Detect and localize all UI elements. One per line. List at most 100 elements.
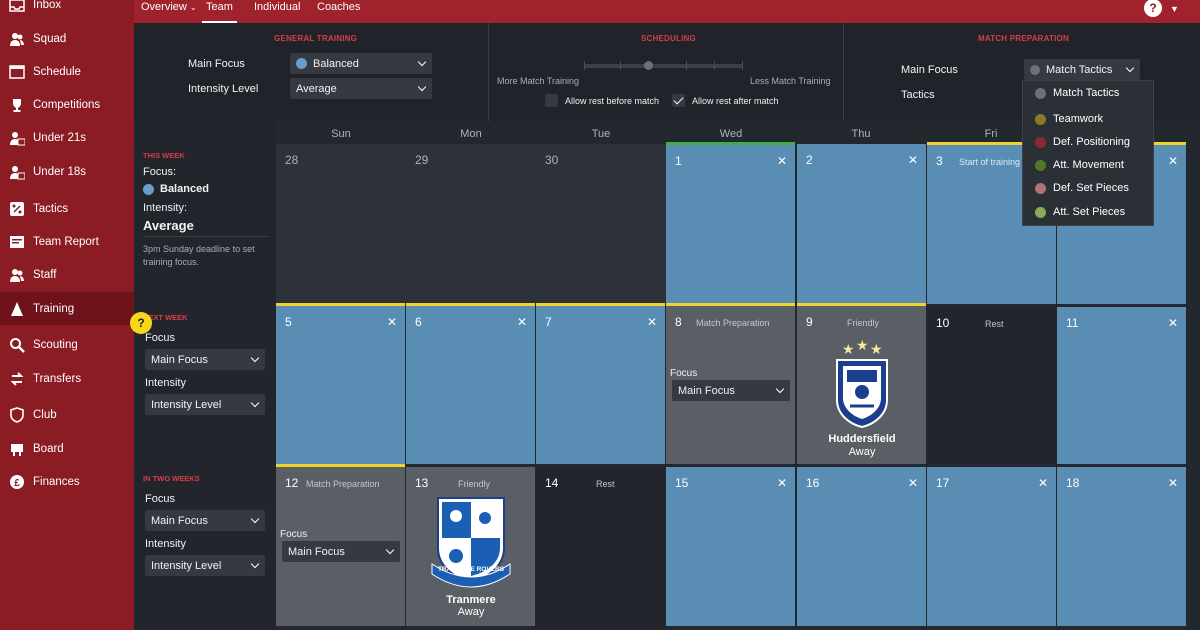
calendar-day[interactable]: 5 ✕ xyxy=(276,303,405,464)
slider-handle[interactable] xyxy=(644,61,653,70)
rest-before-checkbox[interactable] xyxy=(545,94,558,107)
calendar-day[interactable]: 29 xyxy=(406,144,536,304)
color-dot-icon xyxy=(1035,136,1046,148)
menu-item-att-set-pieces[interactable]: Att. Set Pieces xyxy=(1035,206,1125,218)
dropdown-value: Main Focus xyxy=(151,514,208,527)
tab-individual[interactable]: Individual xyxy=(254,0,300,23)
close-icon[interactable]: ✕ xyxy=(908,153,918,167)
calendar-day[interactable]: 6 ✕ xyxy=(406,303,535,464)
sidebar-item-transfers[interactable]: Transfers xyxy=(0,362,134,395)
close-icon[interactable]: ✕ xyxy=(1168,154,1178,168)
match-prep-focus-dropdown[interactable]: Match Tactics xyxy=(1024,59,1140,80)
dropdown-value: Balanced xyxy=(313,57,359,70)
calendar-day[interactable]: 2 ✕ xyxy=(797,144,926,304)
tab-coaches[interactable]: Coaches xyxy=(317,0,360,23)
menu-item-match-tactics[interactable]: Match Tactics xyxy=(1035,87,1119,99)
sidebar-item-scouting[interactable]: Scouting xyxy=(0,328,134,361)
calendar-day[interactable]: 14 Rest xyxy=(536,467,665,626)
sidebar-item-label: Schedule xyxy=(33,65,81,78)
menu-item-def-positioning[interactable]: Def. Positioning xyxy=(1035,136,1130,148)
tab-overview[interactable]: Overview ⌄ xyxy=(141,0,197,23)
balanced-dot-icon xyxy=(296,58,307,69)
day-number: 30 xyxy=(545,153,559,167)
main-focus-label: Main Focus xyxy=(188,58,245,70)
calendar-day[interactable]: 16 ✕ xyxy=(797,467,926,626)
venue-label: Away xyxy=(457,606,485,618)
sidebar-item-training[interactable]: Training xyxy=(0,292,134,325)
day-header: Thu xyxy=(851,128,871,140)
scheduling-title: SCHEDULING xyxy=(641,34,696,43)
close-icon[interactable]: ✕ xyxy=(777,154,787,168)
chevron-down-icon xyxy=(250,398,260,408)
sidebar-item-staff[interactable]: Staff xyxy=(0,258,134,291)
intensity-level-dropdown[interactable]: Average xyxy=(290,78,432,99)
divider xyxy=(843,23,844,121)
divider xyxy=(143,236,269,237)
sidebar-item-schedule[interactable]: Schedule xyxy=(0,55,134,88)
sidebar-item-competitions[interactable]: Competitions xyxy=(0,88,134,121)
menu-item-def-set-pieces[interactable]: Def. Set Pieces xyxy=(1035,182,1129,194)
sidebar-item-label: Scouting xyxy=(33,338,78,351)
close-icon[interactable]: ✕ xyxy=(1038,476,1048,490)
close-icon[interactable]: ✕ xyxy=(387,315,397,329)
huddersfield-crest: ★ ★ ★ xyxy=(834,338,890,431)
calendar-day[interactable]: 1 ✕ xyxy=(666,142,795,304)
day-focus-dropdown[interactable]: Main Focus xyxy=(282,541,400,562)
menu-item-label: Teamwork xyxy=(1053,113,1104,125)
two-weeks-focus-dropdown[interactable]: Main Focus xyxy=(145,510,265,531)
close-icon[interactable]: ✕ xyxy=(517,315,527,329)
sidebar-item-label: Inbox xyxy=(33,0,62,11)
sidebar-item-finances[interactable]: £ Finances xyxy=(0,465,134,498)
day-number: 8 xyxy=(675,315,682,329)
calendar-day[interactable]: 30 xyxy=(536,144,666,304)
sidebar-item-label: Team Report xyxy=(33,235,99,248)
menu-item-teamwork[interactable]: Teamwork xyxy=(1035,113,1103,125)
deadline-note: 3pm Sunday deadline to set training focu… xyxy=(143,244,255,267)
close-icon[interactable]: ✕ xyxy=(908,476,918,490)
sidebar-item-label: Staff xyxy=(33,268,57,281)
more-match-training-label: More Match Training xyxy=(497,76,580,86)
day-number: 18 xyxy=(1066,476,1080,490)
staff-icon xyxy=(8,266,25,283)
dropdown-value: Main Focus xyxy=(678,384,735,397)
less-match-training-label: Less Match Training xyxy=(750,76,831,86)
tab-team[interactable]: Team xyxy=(202,0,237,23)
tactics-icon xyxy=(8,200,25,217)
tab-label: Overview xyxy=(141,1,187,13)
calendar-day[interactable]: 18 ✕ xyxy=(1057,467,1186,626)
sidebar-item-board[interactable]: Board xyxy=(0,432,134,465)
sidebar-item-under-21s[interactable]: Under 21s xyxy=(0,121,134,154)
day-focus-dropdown[interactable]: Main Focus xyxy=(672,380,790,401)
close-icon[interactable]: ✕ xyxy=(647,315,657,329)
close-icon[interactable]: ✕ xyxy=(1168,476,1178,490)
sidebar-item-under-18s[interactable]: Under 18s xyxy=(0,155,134,188)
sidebar-item-squad[interactable]: Squad xyxy=(0,22,134,55)
next-week-focus-dropdown[interactable]: Main Focus xyxy=(145,349,265,370)
match-training-slider[interactable] xyxy=(584,64,742,68)
calendar-day[interactable]: 10 Rest xyxy=(927,307,1056,464)
focus-value: Balanced xyxy=(143,183,209,195)
sidebar-item-tactics[interactable]: Tactics xyxy=(0,192,134,225)
close-icon[interactable]: ✕ xyxy=(777,476,787,490)
sidebar-item-inbox[interactable]: Inbox xyxy=(0,0,134,21)
chevron-down-icon[interactable]: ▼ xyxy=(1170,4,1179,14)
close-icon[interactable]: ✕ xyxy=(1168,316,1178,330)
sidebar-item-team-report[interactable]: Team Report xyxy=(0,225,134,258)
rest-after-checkbox[interactable] xyxy=(672,94,685,107)
day-number: 14 xyxy=(545,476,559,490)
sidebar-item-club[interactable]: Club xyxy=(0,398,134,431)
calendar-day[interactable]: 11 ✕ xyxy=(1057,307,1186,464)
tip-badge[interactable]: ? xyxy=(130,312,152,334)
two-weeks-intensity-dropdown[interactable]: Intensity Level xyxy=(145,555,265,576)
calendar-day[interactable]: 17 ✕ xyxy=(927,467,1056,626)
chevron-down-icon xyxy=(385,545,395,555)
calendar-day[interactable]: 28 xyxy=(276,144,406,304)
day-number: 28 xyxy=(285,153,299,167)
report-icon xyxy=(8,233,25,250)
main-focus-dropdown[interactable]: Balanced xyxy=(290,53,432,74)
calendar-day[interactable]: 15 ✕ xyxy=(666,467,795,626)
menu-item-att-movement[interactable]: Att. Movement xyxy=(1035,159,1124,171)
calendar-day[interactable]: 7 ✕ xyxy=(536,303,665,464)
next-week-intensity-dropdown[interactable]: Intensity Level xyxy=(145,394,265,415)
chevron-down-icon xyxy=(250,353,260,363)
